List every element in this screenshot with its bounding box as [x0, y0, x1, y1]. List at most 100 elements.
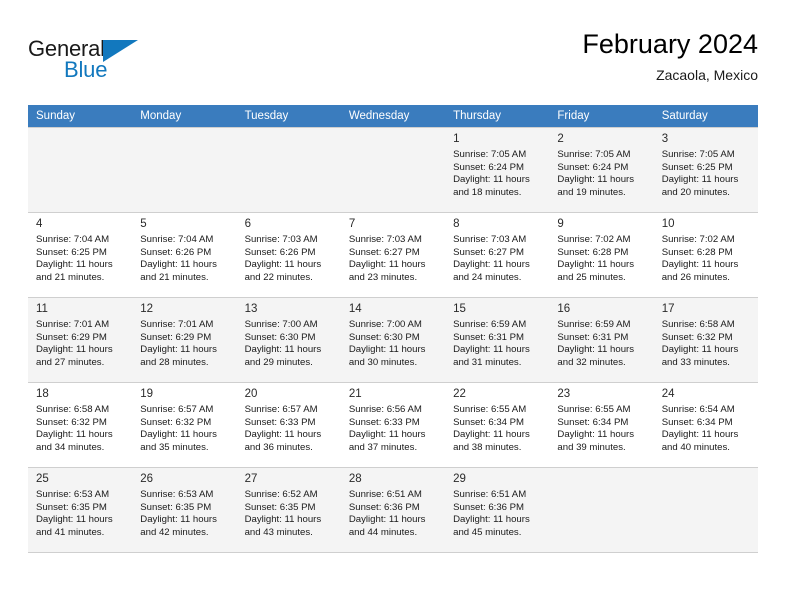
daylight-text-line1: Daylight: 11 hours — [661, 344, 739, 356]
day-sun-info: Sunrise: 7:03 AM Sunset: 6:27 PM Daylight:… — [349, 234, 438, 284]
daylight-text-line1: Daylight: 11 hours — [348, 429, 426, 441]
sunrise-text: Sunrise: 7:05 AM — [557, 149, 631, 160]
calendar-day-cell[interactable]: 21 Sunrise: 6:56 AM Sunset: 6:33 PM Dayligh… — [340, 382, 446, 468]
sunset-text: Sunset: 6:33 PM — [348, 416, 420, 428]
sunrise-text: Sunrise: 6:55 AM — [557, 404, 631, 415]
daylight-text-line2: and 35 minutes. — [140, 441, 209, 453]
daylight-text-line1: Daylight: 11 hours — [453, 174, 530, 186]
daylight-text-line2: and 24 minutes. — [453, 271, 522, 283]
sunset-text: Sunset: 6:30 PM — [244, 331, 316, 343]
day-sun-info: Sunrise: 7:02 AM Sunset: 6:28 PM Daylight:… — [662, 234, 751, 284]
day-number: 18 — [36, 388, 49, 400]
sunrise-text: Sunrise: 6:57 AM — [244, 404, 318, 415]
calendar-cell-content: 17 Sunrise: 6:58 AM Sunset: 6:32 PM Dayligh… — [654, 298, 758, 371]
sunset-text: Sunset: 6:30 PM — [348, 331, 420, 343]
calendar-day-cell[interactable]: 22 Sunrise: 6:55 AM Sunset: 6:34 PM Dayligh… — [445, 382, 550, 468]
day-number: 25 — [36, 473, 49, 485]
sunrise-text: Sunrise: 7:02 AM — [661, 234, 735, 245]
day-number: 23 — [557, 388, 571, 400]
sunrise-text: Sunrise: 7:01 AM — [36, 319, 110, 330]
day-sun-info: Sunrise: 6:56 AM Sunset: 6:33 PM Daylight:… — [349, 404, 438, 454]
calendar-day-cell[interactable]: 13 Sunrise: 7:00 AM Sunset: 6:30 PM Dayligh… — [236, 297, 341, 383]
daylight-text-line2: and 39 minutes. — [557, 441, 626, 453]
calendar-day-cell[interactable]: 25 Sunrise: 6:53 AM Sunset: 6:35 PM Dayligh… — [28, 467, 133, 553]
calendar-day-cell[interactable]: 14 Sunrise: 7:00 AM Sunset: 6:30 PM Dayligh… — [340, 297, 446, 383]
calendar-day-cell[interactable]: 18 Sunrise: 6:58 AM Sunset: 6:32 PM Dayligh… — [28, 382, 133, 468]
day-sun-info: Sunrise: 6:53 AM Sunset: 6:35 PM Daylight:… — [140, 489, 229, 539]
calendar-week-row: 4 Sunrise: 7:04 AM Sunset: 6:25 PM Daylight… — [28, 212, 758, 298]
calendar-day-cell[interactable]: 6 Sunrise: 7:03 AM Sunset: 6:26 PM Daylight… — [236, 212, 341, 298]
daylight-text-line1: Daylight: 11 hours — [453, 344, 530, 356]
day-sun-info: Sunrise: 6:53 AM Sunset: 6:35 PM Daylight:… — [36, 489, 125, 539]
calendar-cell-content: 19 Sunrise: 6:57 AM Sunset: 6:32 PM Dayligh… — [132, 383, 236, 456]
calendar-day-cell[interactable]: 7 Sunrise: 7:03 AM Sunset: 6:27 PM Daylight… — [340, 212, 446, 298]
logo-triangle-icon — [103, 40, 138, 62]
day-sun-info: Sunrise: 7:05 AM Sunset: 6:25 PM Daylight:… — [662, 149, 751, 199]
sunrise-text: Sunrise: 6:58 AM — [36, 404, 110, 415]
calendar-cell-content: 18 Sunrise: 6:58 AM Sunset: 6:32 PM Dayligh… — [28, 383, 132, 456]
calendar-day-cell[interactable]: 28 Sunrise: 6:51 AM Sunset: 6:36 PM Dayligh… — [340, 467, 446, 553]
calendar-day-cell[interactable]: 12 Sunrise: 7:01 AM Sunset: 6:29 PM Dayligh… — [132, 297, 237, 383]
daylight-text-line1: Daylight: 11 hours — [453, 514, 530, 526]
sunrise-text: Sunrise: 6:52 AM — [244, 489, 318, 500]
calendar-cell-content: 16 Sunrise: 6:59 AM Sunset: 6:31 PM Dayligh… — [549, 298, 653, 371]
calendar-day-cell[interactable]: 17 Sunrise: 6:58 AM Sunset: 6:32 PM Dayligh… — [653, 297, 758, 383]
daylight-text-line1: Daylight: 11 hours — [557, 259, 635, 271]
daylight-text-line2: and 20 minutes. — [661, 186, 730, 198]
calendar-day-cell[interactable]: 5 Sunrise: 7:04 AM Sunset: 6:26 PM Daylight… — [132, 212, 237, 298]
calendar-cell-content: 28 Sunrise: 6:51 AM Sunset: 6:36 PM Dayligh… — [341, 468, 445, 541]
calendar-day-cell[interactable]: 27 Sunrise: 6:52 AM Sunset: 6:35 PM Dayligh… — [236, 467, 341, 553]
day-sun-info: Sunrise: 7:03 AM Sunset: 6:27 PM Daylight:… — [453, 234, 542, 284]
calendar-day-cell[interactable]: 11 Sunrise: 7:01 AM Sunset: 6:29 PM Dayligh… — [28, 297, 133, 383]
day-number: 10 — [661, 218, 675, 230]
calendar-day-cell[interactable]: 19 Sunrise: 6:57 AM Sunset: 6:32 PM Dayligh… — [132, 382, 237, 468]
day-number: 24 — [661, 388, 675, 400]
day-sun-info: Sunrise: 7:03 AM Sunset: 6:26 PM Daylight:… — [245, 234, 334, 284]
sunrise-text: Sunrise: 6:53 AM — [36, 489, 110, 500]
day-sun-info: Sunrise: 7:04 AM Sunset: 6:26 PM Daylight:… — [140, 234, 229, 284]
calendar-cell-empty — [236, 127, 341, 213]
calendar-day-cell[interactable]: 15 Sunrise: 6:59 AM Sunset: 6:31 PM Dayligh… — [445, 297, 550, 383]
day-sun-info: Sunrise: 7:04 AM Sunset: 6:25 PM Daylight:… — [36, 234, 125, 284]
day-number: 29 — [453, 473, 466, 485]
sunrise-text: Sunrise: 7:05 AM — [661, 149, 735, 160]
daylight-text-line2: and 22 minutes. — [244, 271, 313, 283]
calendar-day-cell[interactable]: 10 Sunrise: 7:02 AM Sunset: 6:28 PM Dayligh… — [653, 212, 758, 298]
calendar-cell-content: 9 Sunrise: 7:02 AM Sunset: 6:28 PM Daylight… — [549, 213, 653, 286]
calendar-day-cell[interactable]: 4 Sunrise: 7:04 AM Sunset: 6:25 PM Daylight… — [28, 212, 133, 298]
day-sun-info: Sunrise: 7:01 AM Sunset: 6:29 PM Daylight:… — [140, 319, 229, 369]
calendar-day-cell[interactable]: 8 Sunrise: 7:03 AM Sunset: 6:27 PM Daylight… — [445, 212, 550, 298]
calendar-cell-content: 14 Sunrise: 7:00 AM Sunset: 6:30 PM Dayligh… — [341, 298, 445, 371]
day-sun-info: Sunrise: 7:00 AM Sunset: 6:30 PM Daylight:… — [349, 319, 438, 369]
calendar-day-cell[interactable]: 1 Sunrise: 7:05 AM Sunset: 6:24 PM Daylight… — [445, 127, 550, 213]
calendar-day-cell[interactable]: 3 Sunrise: 7:05 AM Sunset: 6:25 PM Daylight… — [653, 127, 758, 213]
daylight-text-line1: Daylight: 11 hours — [140, 344, 217, 356]
sunrise-text: Sunrise: 6:56 AM — [348, 404, 422, 415]
calendar-cell-content: 29 Sunrise: 6:51 AM Sunset: 6:36 PM Dayligh… — [445, 468, 549, 541]
day-number: 27 — [244, 473, 258, 485]
day-sun-info: Sunrise: 6:51 AM Sunset: 6:36 PM Daylight:… — [453, 489, 542, 539]
calendar-week-row: 11 Sunrise: 7:01 AM Sunset: 6:29 PM Dayligh… — [28, 297, 758, 383]
sunset-text: Sunset: 6:28 PM — [557, 246, 629, 258]
sunset-text: Sunset: 6:24 PM — [557, 161, 629, 173]
sunset-text: Sunset: 6:34 PM — [557, 416, 629, 428]
daylight-text-line2: and 43 minutes. — [244, 526, 313, 538]
calendar-day-cell[interactable]: 20 Sunrise: 6:57 AM Sunset: 6:33 PM Dayligh… — [236, 382, 341, 468]
daylight-text-line1: Daylight: 11 hours — [661, 259, 739, 271]
day-sun-info: Sunrise: 6:59 AM Sunset: 6:31 PM Daylight:… — [557, 319, 646, 369]
calendar-cell-content: 1 Sunrise: 7:05 AM Sunset: 6:24 PM Daylight… — [445, 128, 549, 201]
calendar-day-cell[interactable]: 16 Sunrise: 6:59 AM Sunset: 6:31 PM Dayligh… — [549, 297, 654, 383]
calendar-day-cell[interactable]: 24 Sunrise: 6:54 AM Sunset: 6:34 PM Dayligh… — [653, 382, 758, 468]
day-number: 1 — [453, 133, 460, 145]
calendar-cell-content: 15 Sunrise: 6:59 AM Sunset: 6:31 PM Dayligh… — [445, 298, 549, 371]
sunset-text: Sunset: 6:35 PM — [244, 501, 316, 513]
calendar-day-cell[interactable]: 23 Sunrise: 6:55 AM Sunset: 6:34 PM Dayligh… — [549, 382, 654, 468]
day-number: 21 — [348, 388, 362, 400]
calendar-day-cell[interactable]: 2 Sunrise: 7:05 AM Sunset: 6:24 PM Daylight… — [549, 127, 654, 213]
calendar-day-cell[interactable]: 29 Sunrise: 6:51 AM Sunset: 6:36 PM Dayligh… — [445, 467, 550, 553]
daylight-text-line2: and 29 minutes. — [244, 356, 313, 368]
day-number: 13 — [244, 303, 258, 315]
daylight-text-line2: and 19 minutes. — [557, 186, 626, 198]
calendar-day-cell[interactable]: 9 Sunrise: 7:02 AM Sunset: 6:28 PM Daylight… — [549, 212, 654, 298]
calendar-day-cell[interactable]: 26 Sunrise: 6:53 AM Sunset: 6:35 PM Dayligh… — [132, 467, 237, 553]
